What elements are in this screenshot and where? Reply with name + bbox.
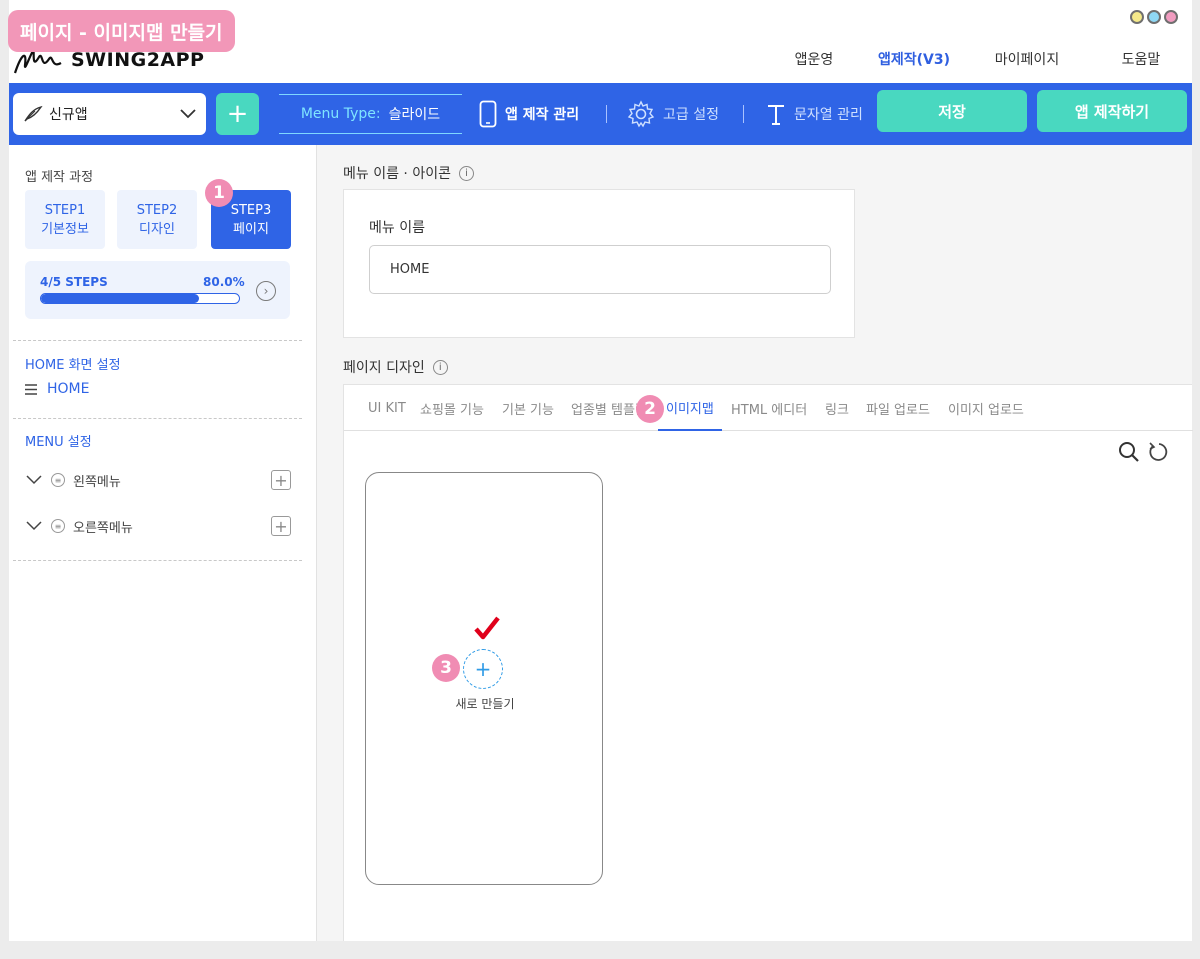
builder-sidebar: 앱 제작 과정 STEP1 기본정보 STEP2 디자인 STEP3 페이지 1…	[9, 145, 317, 941]
step2-title: STEP2	[136, 202, 178, 218]
refresh-icon[interactable]	[1148, 441, 1170, 463]
page-design-section-label: 페이지 디자인	[343, 360, 425, 376]
left-menu-label: 왼쪽메뉴	[73, 474, 121, 490]
tab-industry-template[interactable]: 업종별 템플릿	[571, 385, 639, 431]
app-manage-label: 앱 제작 관리	[505, 107, 580, 123]
tab-basic[interactable]: 기본 기능	[502, 385, 554, 431]
step3-subtitle: 페이지	[233, 221, 269, 237]
menu-name-section-title: 메뉴 이름 · 아이콘 i	[343, 163, 474, 183]
process-title: 앱 제작 과정	[25, 170, 94, 185]
section-divider	[13, 560, 302, 561]
progress-steps-label: 4/5 STEPS	[40, 275, 108, 289]
window-controls	[1130, 10, 1178, 24]
create-new-label: 새로 만들기	[455, 697, 515, 711]
checkmark-icon	[474, 616, 500, 640]
page-design-section-title: 페이지 디자인 i	[343, 357, 448, 377]
tab-link[interactable]: 링크	[825, 385, 849, 431]
topnav-links: 앱운영 앱제작(V3) 마이페이지 도움말	[764, 35, 1192, 83]
tab-image-map[interactable]: 이미지맵	[658, 385, 722, 431]
maximize-dot-icon[interactable]	[1147, 10, 1161, 24]
app-select-value: 신규앱	[49, 107, 88, 123]
tab-image-upload[interactable]: 이미지 업로드	[948, 385, 1024, 431]
advanced-settings-label: 고급 설정	[663, 107, 719, 123]
app-select-dropdown[interactable]: 신규앱	[13, 93, 206, 135]
home-section-title: HOME 화면 설정	[25, 358, 121, 373]
section-divider	[13, 340, 302, 341]
chevron-down-icon[interactable]	[25, 475, 43, 485]
right-menu-label: 오른쪽메뉴	[73, 520, 133, 536]
toolbar-divider	[606, 105, 607, 123]
nav-app-operation[interactable]: 앱운영	[764, 49, 864, 69]
nav-app-build[interactable]: 앱제작(V3)	[864, 49, 964, 69]
step1-button[interactable]: STEP1 기본정보	[25, 190, 105, 249]
hamburger-icon	[25, 383, 37, 395]
menu-name-label: 메뉴 이름	[369, 220, 425, 236]
progress-panel: 4/5 STEPS 80.0% ›	[25, 261, 290, 319]
menu-name-section-label: 메뉴 이름 · 아이콘	[343, 166, 451, 182]
right-menu-row[interactable]: ≡ 오른쪽메뉴 +	[25, 513, 291, 539]
info-icon[interactable]: i	[432, 359, 448, 375]
tab-html-editor[interactable]: HTML 에디터	[731, 385, 807, 431]
callout-badge-3: 3	[432, 654, 460, 682]
app-window: SWING2APP 앱운영 앱제작(V3) 마이페이지 도움말 신규앱 + Me…	[9, 0, 1193, 941]
menu-name-card: 메뉴 이름 HOME	[343, 189, 855, 338]
section-divider	[13, 418, 302, 419]
left-menu-row[interactable]: ≡ 왼쪽메뉴 +	[25, 467, 291, 493]
menu-type-key: Menu Type:	[300, 106, 381, 122]
nav-help[interactable]: 도움말	[1090, 49, 1192, 69]
step1-title: STEP1	[44, 202, 86, 218]
search-icon[interactable]	[1118, 441, 1140, 463]
progress-bar-fill	[41, 294, 200, 303]
add-right-menu-button[interactable]: +	[271, 516, 291, 536]
callout-badge-1: 1	[205, 179, 233, 207]
tab-file-upload[interactable]: 파일 업로드	[866, 385, 930, 431]
app-feather-icon	[24, 105, 43, 122]
menu-list-icon: ≡	[51, 519, 65, 533]
advanced-settings-button[interactable]: 고급 설정	[627, 99, 719, 129]
progress-percent: 80.0%	[203, 275, 245, 289]
page-design-card: UI KIT 쇼핑몰 기능 기본 기능 업종별 템플릿 이미지맵 HTML 에디…	[343, 384, 1193, 941]
close-dot-icon[interactable]	[1164, 10, 1178, 24]
menu-list-icon: ≡	[51, 473, 65, 487]
callout-badge-2: 2	[636, 395, 664, 423]
tutorial-caption: 페이지 - 이미지맵 만들기	[8, 10, 235, 52]
add-app-button[interactable]: +	[216, 93, 259, 135]
smartphone-icon	[479, 100, 497, 128]
make-app-button[interactable]: 앱 제작하기	[1037, 90, 1187, 132]
app-manage-button[interactable]: 앱 제작 관리	[479, 99, 579, 129]
text-t-icon	[768, 105, 784, 125]
menu-type-selector[interactable]: Menu Type: 슬라이드	[279, 94, 462, 134]
main-content: 메뉴 이름 · 아이콘 i 메뉴 이름 HOME 페이지 디자인 i UI KI…	[317, 145, 1193, 941]
string-manage-label: 문자열 관리	[794, 107, 863, 123]
menu-type-value: 슬라이드	[388, 107, 441, 123]
chevron-down-icon	[180, 109, 196, 119]
toolbar-divider	[743, 105, 744, 123]
design-tabs: UI KIT 쇼핑몰 기능 기본 기능 업종별 템플릿 이미지맵 HTML 에디…	[344, 385, 1193, 431]
string-manage-button[interactable]: 문자열 관리	[766, 99, 863, 129]
info-icon[interactable]: i	[458, 165, 474, 181]
brand-name: SWING2APP	[71, 49, 205, 71]
step2-subtitle: 디자인	[139, 221, 175, 237]
menu-name-input[interactable]: HOME	[369, 245, 831, 294]
builder-toolbar: 신규앱 + Menu Type: 슬라이드 앱 제작 관리 고급 설정 문자열 …	[9, 83, 1192, 145]
step2-button[interactable]: STEP2 디자인	[117, 190, 197, 249]
tab-shopping[interactable]: 쇼핑몰 기능	[420, 385, 484, 431]
progress-bar	[40, 293, 240, 304]
save-button[interactable]: 저장	[877, 90, 1027, 132]
create-new-button[interactable]: +	[463, 649, 503, 689]
tab-ui-kit[interactable]: UI KIT	[368, 385, 406, 431]
gear-icon	[627, 100, 655, 128]
phone-preview-frame: 3 + 새로 만들기	[365, 472, 603, 885]
home-menu-item[interactable]: HOME	[25, 381, 89, 397]
chevron-right-circle-icon[interactable]: ›	[256, 281, 276, 301]
minimize-dot-icon[interactable]	[1130, 10, 1144, 24]
nav-mypage[interactable]: 마이페이지	[964, 49, 1090, 69]
chevron-down-icon[interactable]	[25, 521, 43, 531]
add-left-menu-button[interactable]: +	[271, 470, 291, 490]
home-menu-label: HOME	[47, 381, 90, 397]
step1-subtitle: 기본정보	[41, 221, 89, 237]
menu-section-title: MENU 설정	[25, 435, 92, 450]
